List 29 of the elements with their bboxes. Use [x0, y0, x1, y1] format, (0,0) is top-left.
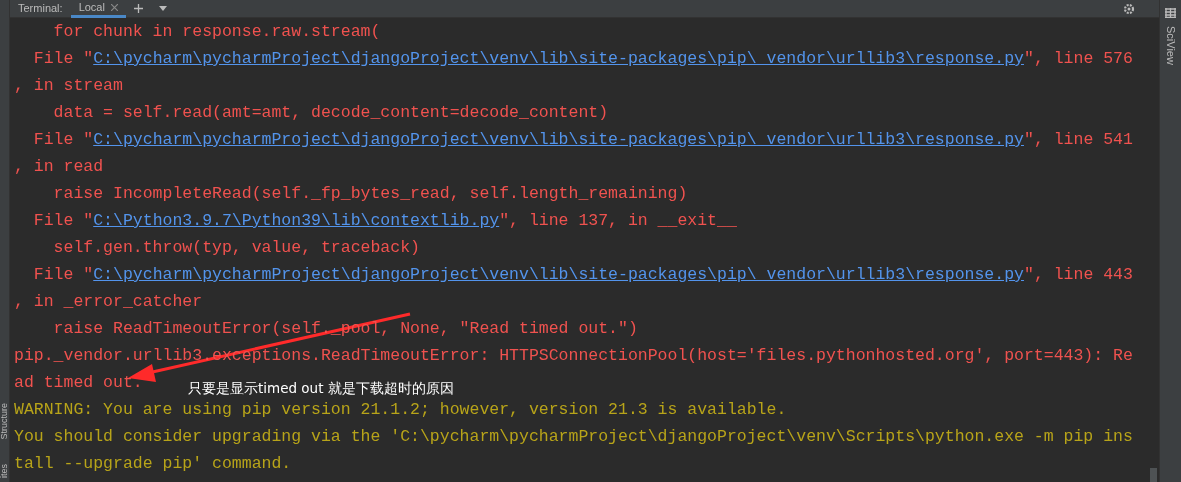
file-link[interactable]: C:\pycharm\pycharmProject\djangoProject\venv\lib\site-packages\pip\_vendor\urllib3\response.py [93, 49, 1024, 68]
console-line: File "C:\pycharm\pycharmProject\djangoProject\venv\lib\site-packages\pip\_vendor\urllib3\response.py", line 576 [32, 48, 1133, 70]
terminal-tab[interactable]: Local [70, 0, 126, 18]
console-line: File "C:\Python3.9.7\Python39\lib\contextlib.py", line 137, in __exit__ [32, 210, 737, 232]
scrollbar-thumb[interactable] [1150, 468, 1157, 482]
console-line: data = self.read(amt=amt, decode_content=decode_content) [52, 102, 609, 124]
console-line: File "C:\pycharm\pycharmProject\djangoProject\venv\lib\site-packages\pip\_vendor\urllib3\response.py", line 541 [32, 129, 1133, 151]
console-line: , in stream [14, 75, 123, 97]
file-link[interactable]: C:\pycharm\pycharmProject\djangoProject\venv\lib\site-packages\pip\_vendor\urllib3\response.py [93, 130, 1024, 149]
console-line: for chunk in response.raw.stream( [52, 21, 381, 43]
console-line: , in read [14, 156, 104, 178]
side-panel-tab[interactable]: SciView [1165, 26, 1176, 65]
close-icon[interactable] [110, 3, 118, 11]
chevron-down-icon[interactable] [158, 6, 167, 11]
console-line: ad timed out. [14, 372, 143, 394]
settings-icon[interactable] [1123, 2, 1135, 15]
console-line: File "C:\pycharm\pycharmProject\djangoProject\venv\lib\site-packages\pip\_vendor\urllib3\response.py", line 443 [32, 264, 1133, 286]
grid-icon[interactable] [1165, 8, 1176, 18]
console-line: self.gen.throw(typ, value, traceback) [52, 237, 420, 259]
file-link[interactable]: C:\Python3.9.7\Python39\lib\contextlib.py [93, 211, 500, 230]
console-line: WARNING: You are using pip version 21.1.2; however, version 21.3 is available. [14, 399, 787, 421]
annotation-text: 只要是显示timed out 就是下载超时的原因 [188, 379, 454, 398]
plus-icon[interactable] [133, 4, 143, 13]
console-line: , in _error_catcher [14, 291, 203, 313]
console-line: raise IncompleteRead(self._fp_bytes_read, self.length_remaining) [52, 183, 688, 205]
tool-window-title: Terminal: [17, 1, 64, 17]
file-link[interactable]: C:\pycharm\pycharmProject\djangoProject\venv\lib\site-packages\pip\_vendor\urllib3\response.py [93, 265, 1024, 284]
console-line: tall --upgrade pip' command. [14, 453, 292, 475]
console-line: You should consider upgrading via the 'C:\pycharm\pycharmProject\djangoProject\venv\Scripts\python.exe -m pip ins [14, 426, 1133, 448]
